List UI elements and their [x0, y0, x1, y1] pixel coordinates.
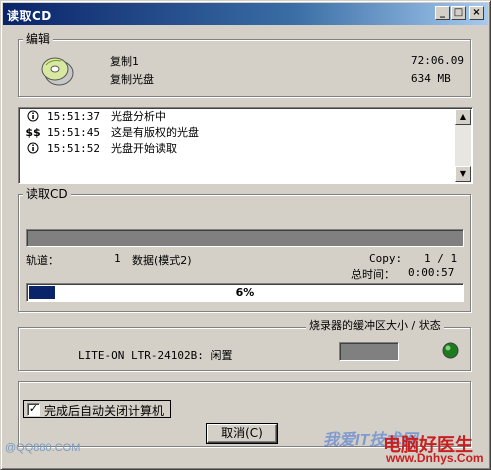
cancel-button[interactable]: 取消(C) [206, 423, 278, 444]
log-row: 15:51:37 光盘分析中 [25, 109, 166, 123]
progress-percent: 6% [235, 286, 255, 299]
info-icon [25, 109, 41, 123]
log-message: 这是有版权的光盘 [111, 126, 199, 139]
minimize-button[interactable]: _ [435, 6, 450, 20]
size-value: 634 MB [411, 72, 451, 85]
close-button[interactable]: × [469, 6, 484, 20]
window-controls: _ □ × [435, 6, 484, 20]
auto-shutdown-checkbox[interactable]: ✓ [27, 403, 40, 416]
scroll-up-button[interactable]: ▲ [455, 109, 471, 125]
watermark-url: www.Dnhys.Com [386, 451, 484, 465]
log-row: $$ 15:51:45 这是有版权的光盘 [25, 125, 199, 140]
track-label: 轨道： [26, 254, 59, 267]
scroll-down-button[interactable]: ▼ [455, 166, 471, 182]
overall-progress-bar: 6% [26, 283, 464, 302]
log-row: 15:51:52 光盘开始读取 [25, 141, 177, 155]
cd-disc-icon [41, 55, 75, 90]
buffer-meter [339, 342, 399, 361]
log-message: 光盘开始读取 [111, 142, 177, 155]
copy-name: 复制1 [110, 55, 139, 68]
maximize-button[interactable]: □ [451, 6, 466, 20]
track-mode: 数据(模式2) [132, 254, 192, 267]
edit-group [18, 39, 471, 97]
track-value: 1 [114, 252, 121, 265]
log-list[interactable]: 15:51:37 光盘分析中 $$ 15:51:45 这是有版权的光盘 15:5… [18, 107, 473, 184]
auto-shutdown-option[interactable]: ✓ 完成后自动关闭计算机 [23, 400, 171, 418]
watermark-left: @QQ880.COM [5, 442, 81, 454]
status-led-icon [442, 342, 459, 362]
drive-status: LITE-ON LTR-24102B: 闲置 [78, 349, 233, 362]
track-progress-bar [26, 229, 464, 247]
log-time: 15:51:45 [47, 125, 100, 139]
window-title: 读取CD [7, 9, 52, 23]
read-cd-group-label: 读取CD [23, 187, 71, 201]
copy-value: 1 / 1 [424, 252, 458, 265]
title-bar[interactable]: 读取CD _ □ × [3, 3, 488, 25]
copyright-icon: $$ [25, 125, 41, 139]
edit-group-label: 编辑 [23, 32, 54, 46]
read-cd-window: 读取CD _ □ × 编辑 复制1 复制光盘 72:06.09 634 MB 1… [0, 0, 491, 470]
log-time: 15:51:37 [47, 109, 100, 123]
buffer-group-label: 烧录器的缓冲区大小 / 状态 [306, 319, 444, 333]
total-time-label: 总时间： [351, 268, 395, 281]
log-message: 光盘分析中 [111, 110, 166, 123]
log-time: 15:51:52 [47, 141, 100, 155]
duration-value: 72:06.09 [411, 54, 464, 67]
info-icon [25, 141, 41, 155]
total-time-value: 0:00:57 [408, 266, 455, 279]
copy-type: 复制光盘 [110, 73, 154, 86]
log-scrollbar[interactable]: ▲ ▼ [455, 109, 471, 182]
auto-shutdown-label: 完成后自动关闭计算机 [44, 404, 165, 418]
copy-label: Copy: [369, 252, 403, 265]
